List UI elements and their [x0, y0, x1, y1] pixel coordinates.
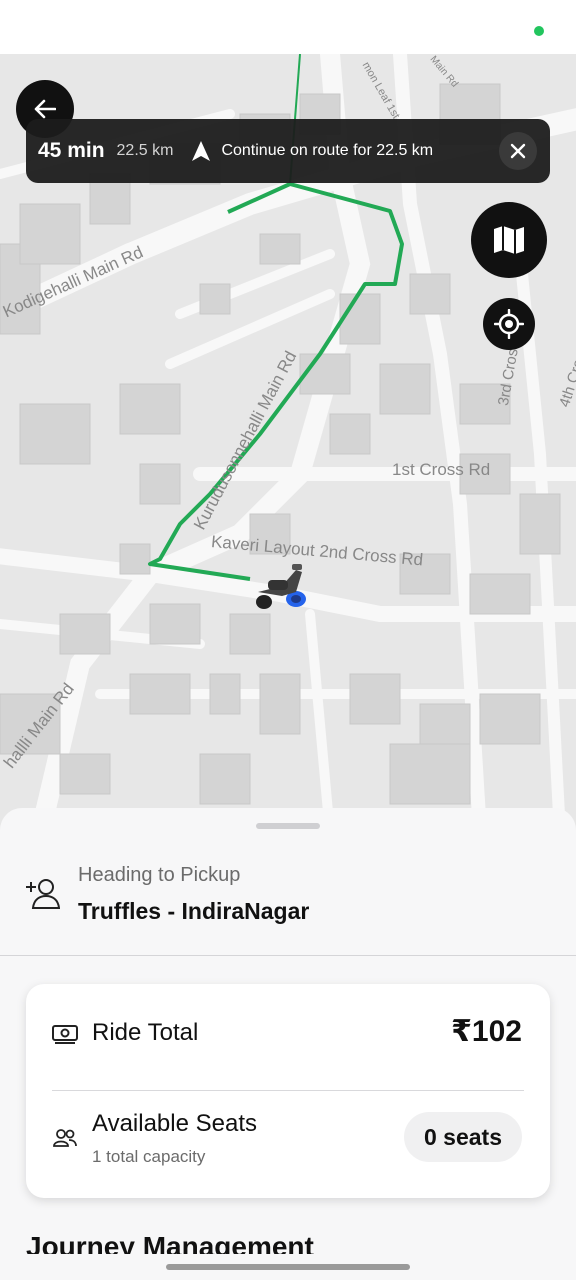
crosshair-location-icon: [494, 309, 524, 339]
pickup-section: Heading to Pickup Truffles - IndiraNagar: [0, 860, 576, 952]
distance-text: 22.5 km: [116, 142, 174, 159]
online-status-dot: [534, 26, 544, 36]
arrow-left-icon: [34, 99, 56, 119]
pickup-status: Heading to Pickup: [78, 864, 241, 886]
status-bar: [0, 0, 576, 54]
add-person-icon: [26, 878, 61, 915]
seats-count-badge: 0 seats: [403, 1112, 522, 1162]
navigation-arrow-icon: [191, 140, 211, 162]
home-gesture-bar[interactable]: [166, 1264, 410, 1270]
available-seats-label: Available Seats: [92, 1110, 257, 1137]
sheet-drag-handle[interactable]: [256, 823, 320, 829]
ride-summary-card: Ride Total ₹102 Available Seats 1 total …: [26, 984, 550, 1198]
cash-icon: [52, 1024, 78, 1049]
section-divider: [0, 955, 576, 956]
pickup-location: Truffles - IndiraNagar: [78, 898, 310, 924]
eta-text: 45 min: [38, 139, 105, 162]
close-banner-button[interactable]: [499, 132, 537, 170]
map-icon: [494, 226, 524, 254]
total-capacity-text: 1 total capacity: [92, 1147, 206, 1166]
ride-total-label: Ride Total: [92, 1019, 199, 1046]
card-divider: [52, 1090, 524, 1091]
system-gesture-area: [0, 1254, 576, 1280]
map-view-button[interactable]: [471, 202, 547, 278]
scooter-icon: [252, 562, 308, 610]
recenter-location-button[interactable]: [483, 298, 535, 350]
ride-total-amount: ₹102: [451, 1015, 522, 1048]
users-icon: [52, 1128, 78, 1153]
route-instruction: Continue on route for 22.5 km: [221, 142, 434, 159]
close-icon: [510, 143, 526, 159]
bottom-sheet[interactable]: Heading to Pickup Truffles - IndiraNagar…: [0, 808, 576, 1280]
navigation-banner: 45 min 22.5 km Continue on route for 22.…: [26, 119, 550, 183]
street-label-1st-cross: 1st Cross Rd: [392, 460, 491, 479]
